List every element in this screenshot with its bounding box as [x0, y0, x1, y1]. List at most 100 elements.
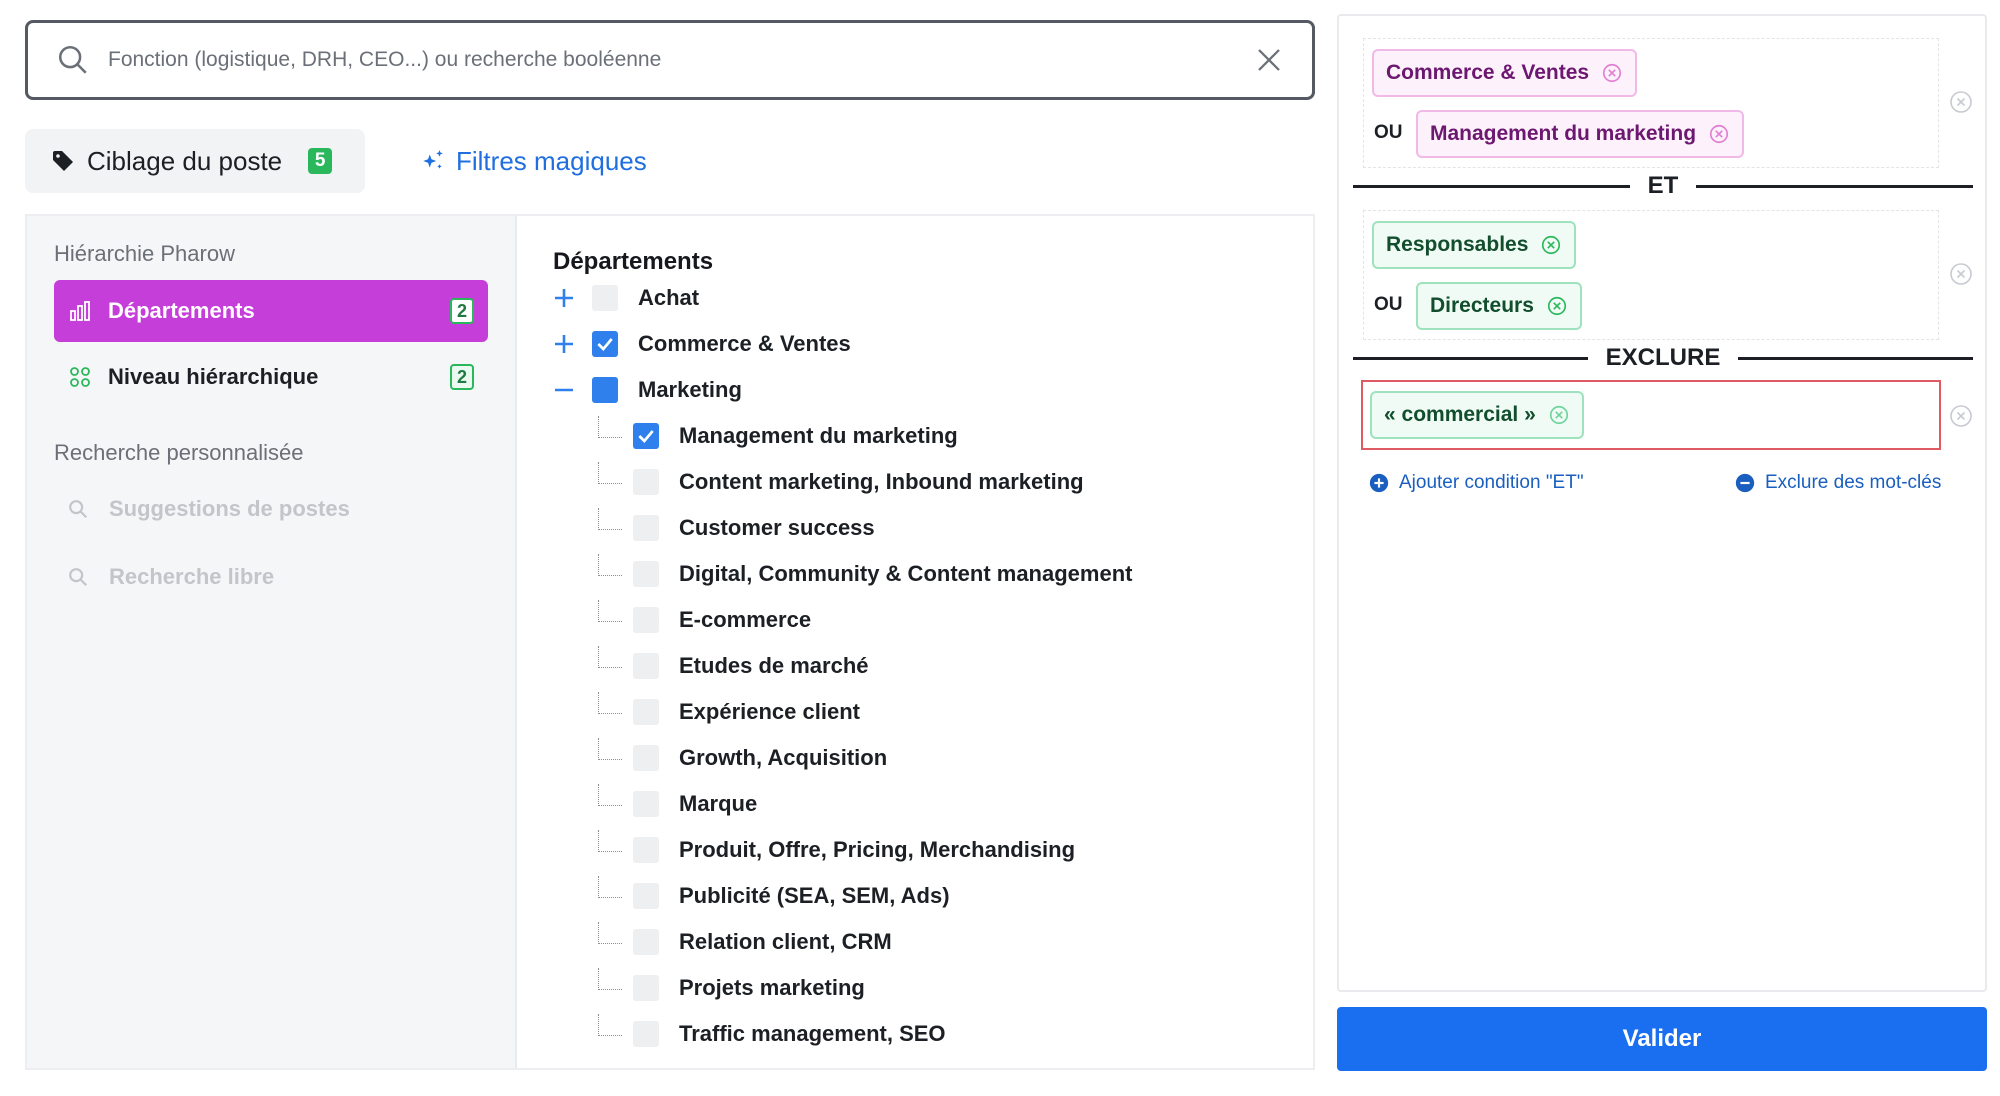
search-bar[interactable]: [25, 20, 1315, 100]
tag-icon: [53, 151, 73, 171]
sidebar-item-suggestions[interactable]: Suggestions de postes: [67, 496, 350, 522]
remove-chip-icon[interactable]: [1540, 234, 1562, 256]
condition-group: Responsables OU Directeurs: [1363, 210, 1939, 340]
remove-chip-icon[interactable]: [1546, 295, 1568, 317]
chip-label: Commerce & Ventes: [1386, 61, 1590, 84]
and-label: ET: [1647, 172, 1679, 199]
exclude-keywords-button[interactable]: Exclure des mot-clés: [1735, 472, 1941, 494]
tree-item-label: Management du marketing: [679, 423, 958, 448]
condition-chip: Directeurs: [1416, 282, 1582, 330]
add-and-condition-button[interactable]: Ajouter condition "ET": [1369, 472, 1584, 494]
tree-item-child[interactable]: Relation client, CRM: [633, 924, 892, 960]
plus-circle-icon: [1369, 473, 1389, 493]
check-icon: [597, 338, 613, 351]
tree-connector: [598, 968, 622, 990]
tree-item-child[interactable]: Produit, Offre, Pricing, Merchandising: [633, 832, 1075, 868]
remove-group-icon[interactable]: [1949, 404, 1973, 428]
tree-connector: [598, 830, 622, 852]
tree-item-label: E-commerce: [679, 607, 812, 632]
search-input[interactable]: [108, 48, 1244, 72]
exclude-group: « commercial »: [1361, 380, 1941, 450]
tree-connector: [598, 554, 622, 576]
tree-item-label: Projets marketing: [679, 975, 865, 1000]
tree-item-child[interactable]: Content marketing, Inbound marketing: [633, 464, 1084, 500]
departments-tree-panel: Départements Achat Commerce & Ventes Mar…: [519, 216, 1313, 1068]
and-separator: ET: [1353, 166, 1974, 206]
checkbox[interactable]: [633, 929, 659, 955]
checkbox[interactable]: [633, 837, 659, 863]
conditions-panel: Commerce & Ventes OU Management du marke…: [1337, 14, 1987, 992]
tree-item-child[interactable]: Growth, Acquisition: [633, 740, 887, 776]
checkbox[interactable]: [633, 1021, 659, 1047]
checkbox-partial[interactable]: [592, 377, 618, 403]
chip-label: Directeurs: [1430, 294, 1534, 317]
checkbox-checked[interactable]: [633, 423, 659, 449]
clear-search-icon[interactable]: [1254, 45, 1284, 75]
checkbox[interactable]: [633, 975, 659, 1001]
category-sidebar: Hiérarchie Pharow Départements 2 Niveau …: [27, 216, 517, 1068]
tree-item-label: Digital, Community & Content management: [679, 561, 1133, 586]
checkbox[interactable]: [633, 561, 659, 587]
search-icon: [69, 568, 88, 587]
checkbox[interactable]: [592, 285, 618, 311]
checkbox[interactable]: [633, 607, 659, 633]
sidebar-item-recherche-libre[interactable]: Recherche libre: [67, 564, 274, 590]
tree-item-label: Expérience client: [679, 699, 860, 724]
validate-button[interactable]: Valider: [1337, 1007, 1987, 1071]
tree-connector: [598, 784, 622, 806]
remove-chip-icon[interactable]: [1548, 404, 1570, 426]
exclude-separator: EXCLURE: [1353, 338, 1973, 378]
checkbox[interactable]: [633, 791, 659, 817]
exclude-keywords-label: Exclure des mot-clés: [1765, 472, 1942, 493]
tree-item-label: Produit, Offre, Pricing, Merchandising: [679, 837, 1076, 862]
tree-item-child[interactable]: Publicité (SEA, SEM, Ads): [633, 878, 950, 914]
sidebar-item-label: Niveau hiérarchique: [108, 364, 319, 389]
bar-chart-icon: [70, 301, 90, 321]
tab-ciblage-du-poste[interactable]: Ciblage du poste 5: [25, 129, 365, 193]
tree-item-commerce-ventes[interactable]: Commerce & Ventes: [592, 326, 851, 362]
tree-item-child[interactable]: Management du marketing: [633, 418, 958, 454]
checkbox[interactable]: [633, 469, 659, 495]
tree-item-label: Commerce & Ventes: [638, 331, 851, 356]
tree-item-achat[interactable]: Achat: [592, 280, 699, 316]
tree-item-marketing[interactable]: Marketing: [592, 372, 742, 408]
tree-connector: [598, 600, 622, 622]
sidebar-item-niveau-hierarchique[interactable]: Niveau hiérarchique 2: [54, 346, 488, 408]
checkbox[interactable]: [633, 653, 659, 679]
tree-item-child[interactable]: Digital, Community & Content management: [633, 556, 1132, 592]
tree-connector: [598, 876, 622, 898]
expand-plus-icon[interactable]: [552, 332, 576, 356]
tree-item-label: Customer success: [679, 515, 875, 540]
tree-item-child[interactable]: Traffic management, SEO: [633, 1016, 946, 1052]
checkbox[interactable]: [633, 699, 659, 725]
checkbox[interactable]: [633, 883, 659, 909]
departments-title: Départements: [553, 248, 714, 275]
remove-chip-icon[interactable]: [1708, 123, 1730, 145]
tree-connector: [598, 1014, 622, 1036]
remove-group-icon[interactable]: [1949, 262, 1973, 286]
collapse-minus-icon[interactable]: [552, 378, 576, 402]
remove-chip-icon[interactable]: [1601, 62, 1623, 84]
tree-item-child[interactable]: Projets marketing: [633, 970, 865, 1006]
tree-item-label: Traffic management, SEO: [679, 1021, 946, 1046]
tree-item-child[interactable]: E-commerce: [633, 602, 811, 638]
search-icon: [69, 500, 88, 519]
expand-plus-icon[interactable]: [552, 286, 576, 310]
tree-item-child[interactable]: Expérience client: [633, 694, 860, 730]
tab-magic-label: Filtres magiques: [456, 145, 647, 176]
tab-ciblage-label: Ciblage du poste: [87, 145, 283, 176]
section-title-custom-search: Recherche personnalisée: [54, 440, 304, 465]
tree-connector: [598, 646, 622, 668]
sidebar-item-departements[interactable]: Départements 2: [54, 280, 488, 342]
sparkles-icon: [423, 150, 443, 169]
tree-item-child[interactable]: Marque: [633, 786, 757, 822]
remove-group-icon[interactable]: [1949, 90, 1973, 114]
checkbox-checked[interactable]: [592, 331, 618, 357]
checkbox[interactable]: [633, 515, 659, 541]
checkbox[interactable]: [633, 745, 659, 771]
condition-group: Commerce & Ventes OU Management du marke…: [1363, 38, 1939, 168]
tree-item-child[interactable]: Customer success: [633, 510, 875, 546]
tab-filtres-magiques[interactable]: Filtres magiques: [420, 139, 647, 183]
tree-item-child[interactable]: Etudes de marché: [633, 648, 869, 684]
chip-label: Management du marketing: [1430, 122, 1697, 145]
